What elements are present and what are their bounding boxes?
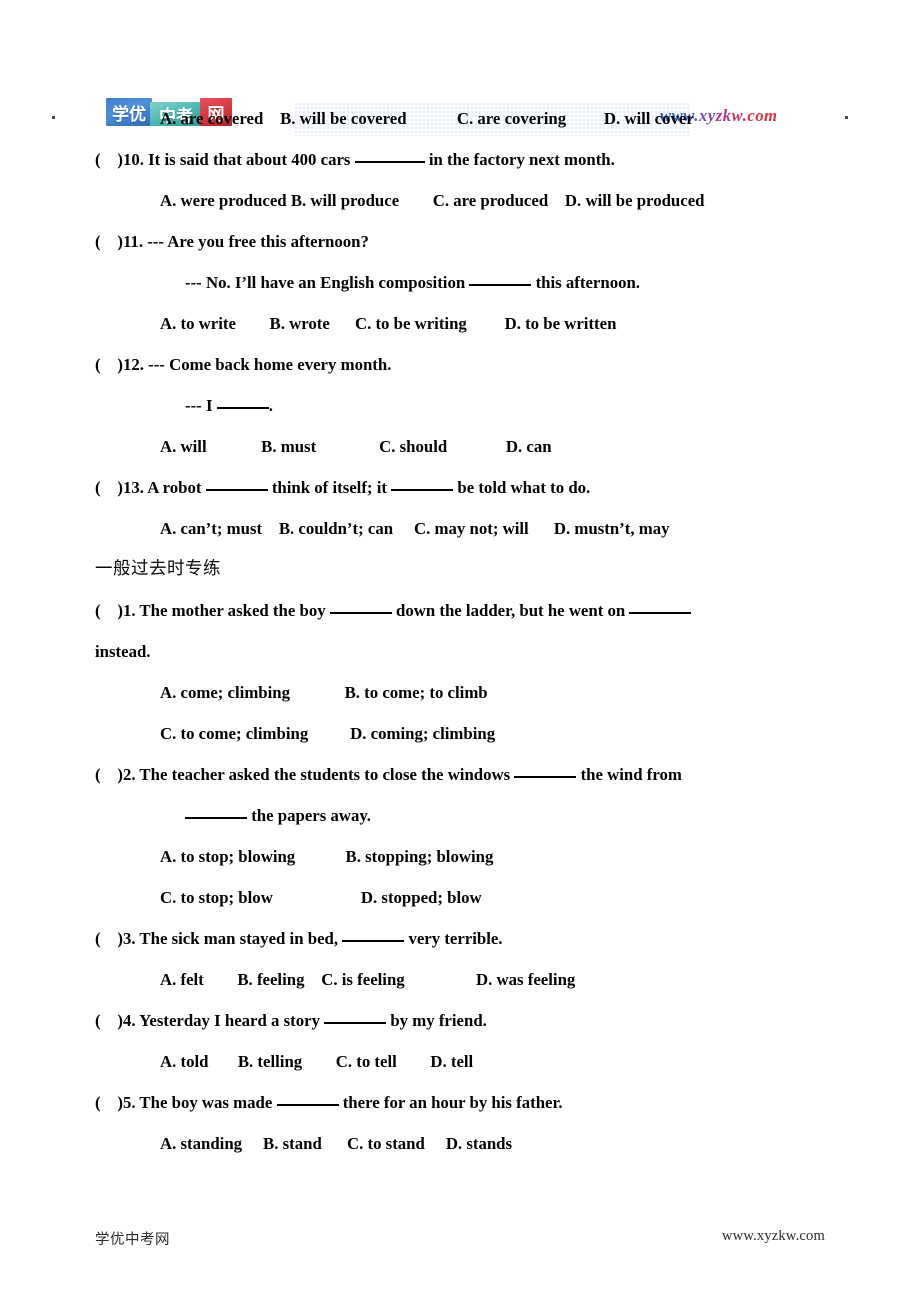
question-stem-suffix: be told what to do. [453,478,591,497]
question-stem-suffix: the papers away. [247,806,371,825]
question-stem-prefix: ( )5. The boy was made [95,1093,277,1112]
question-stem-prefix: --- I [185,396,217,415]
question-stem: ( )3. The sick man stayed in bed, very t… [0,918,920,959]
question-stem: ( )4. Yesterday I heard a story by my fr… [0,1000,920,1041]
question-stem-continuation: --- No. I’ll have an English composition… [0,262,920,303]
answer-options-row: A. come; climbing B. to come; to climb [160,683,488,702]
answer-options-row: C. to stop; blow D. stopped; blow [160,888,482,907]
section-heading: 一般过去时专练 [95,559,221,579]
page-header: 学优 中考 网 www.xyzkw.com [0,48,920,136]
question-stem-suffix: the wind from [576,765,682,784]
question-stem-prefix: ( )2. The teacher asked the students to … [95,765,515,784]
fill-in-blank [185,817,247,819]
fill-in-blank [514,776,577,778]
question-stem-suffix: there for an hour by his father. [338,1093,563,1112]
answer-options-row: A. to stop; blowing B. stopping; blowing [160,847,494,866]
question-stem-prefix: ( )13. A robot [95,478,206,497]
question-stem: ( )13. A robot think of itself; it be to… [0,467,920,508]
question-stem: ( )1. The mother asked the boy down the … [0,590,920,631]
question-stem-continuation: the papers away. [0,795,920,836]
answer-options-row: A. were produced B. will produce C. are … [160,191,705,210]
fill-in-blank [629,612,692,614]
document-page: 学优 中考 网 www.xyzkw.com A. are covered B. … [0,0,920,1300]
fill-in-blank [391,489,454,491]
answer-options-row: A. felt B. feeling C. is feeling D. was … [160,970,576,989]
fill-in-blank [205,489,268,491]
question-stem-suffix: . [268,396,273,415]
question-stem: ( )12. --- Come back home every month. [95,355,392,374]
answer-options-row: A. standing B. stand C. to stand D. stan… [160,1134,513,1153]
question-stem: ( )10. It is said that about 400 cars in… [0,139,920,180]
fill-in-blank [324,1022,387,1024]
page-footer: 学优中考网 www.xyzkw.com [0,1228,920,1258]
question-stem-prefix: ( )10. It is said that about 400 cars [95,150,355,169]
fill-in-blank [276,1104,339,1106]
question-stem: ( )11. --- Are you free this afternoon? [95,232,369,251]
answer-options-row: A. are covered B. will be covered C. are… [160,109,694,128]
question-stem-middle: down the ladder, but he went on [391,601,630,620]
question-stem-suffix: this afternoon. [531,273,641,292]
question-stem-continuation: --- I . [0,385,920,426]
answer-options-row: C. to come; climbing D. coming; climbing [160,724,496,743]
question-stem-middle: think of itself; it [267,478,392,497]
fill-in-blank [216,407,269,409]
answer-options-row: A. will B. must C. should D. can [160,437,552,456]
question-stem-prefix: ( )4. Yesterday I heard a story [95,1011,325,1030]
worksheet-content: A. are covered B. will be covered C. are… [0,98,920,1164]
fill-in-blank [354,161,425,163]
answer-options-row: A. to write B. wrote C. to be writing D.… [160,314,617,333]
question-stem-prefix: ( )1. The mother asked the boy [95,601,330,620]
footer-site-url: www.xyzkw.com [721,1228,825,1244]
fill-in-blank [469,284,532,286]
question-stem: ( )5. The boy was made there for an hour… [0,1082,920,1123]
question-stem-suffix: by my friend. [386,1011,487,1030]
fill-in-blank [342,940,405,942]
question-stem-continuation: instead. [95,642,151,661]
footer-site-name: 学优中考网 [95,1232,170,1248]
question-stem: ( )2. The teacher asked the students to … [0,754,920,795]
question-stem-prefix: --- No. I’ll have an English composition [185,273,470,292]
fill-in-blank [329,612,392,614]
answer-options-row: A. told B. telling C. to tell D. tell [160,1052,474,1071]
question-stem-suffix: very terrible. [404,929,503,948]
question-stem-suffix: in the factory next month. [424,150,615,169]
answer-options-row: A. can’t; must B. couldn’t; can C. may n… [160,519,670,538]
question-stem-prefix: ( )3. The sick man stayed in bed, [95,929,343,948]
